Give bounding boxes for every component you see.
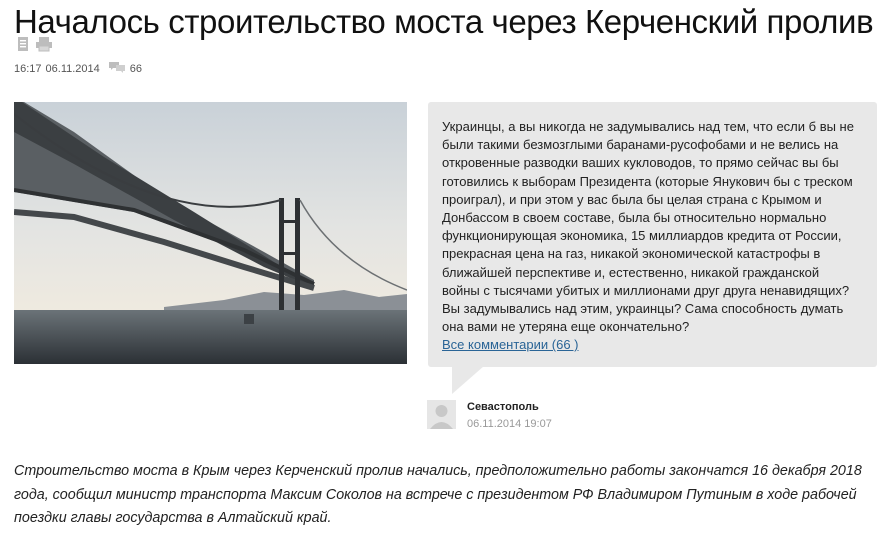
comment-text: Украинцы, а вы никогда не задумывались н… (442, 119, 854, 335)
article-time: 16:17 (14, 63, 42, 75)
comment-bubble: Украинцы, а вы никогда не задумывались н… (428, 102, 877, 367)
comments-count[interactable]: 66 (130, 62, 142, 76)
document-icon[interactable] (16, 36, 30, 57)
article-lead: Строительство моста в Крым через Керченс… (14, 463, 862, 526)
page-title: Началось строительство моста через Керче… (14, 3, 874, 40)
print-icon[interactable] (35, 36, 53, 57)
bridge-photo (14, 102, 407, 364)
article-meta: 16:17 06.11.2014 66 (14, 61, 142, 77)
all-comments-link[interactable]: Все комментарии (66 ) (442, 336, 859, 354)
avatar[interactable] (427, 400, 456, 429)
article-tools (16, 36, 53, 57)
article-date: 06.11.2014 (45, 63, 100, 75)
comment-datetime: 06.11.2014 19:07 (467, 418, 552, 430)
comments-icon (108, 61, 126, 77)
comment-author[interactable]: Севастополь (467, 401, 539, 413)
comment-bubble-tail (452, 366, 484, 394)
